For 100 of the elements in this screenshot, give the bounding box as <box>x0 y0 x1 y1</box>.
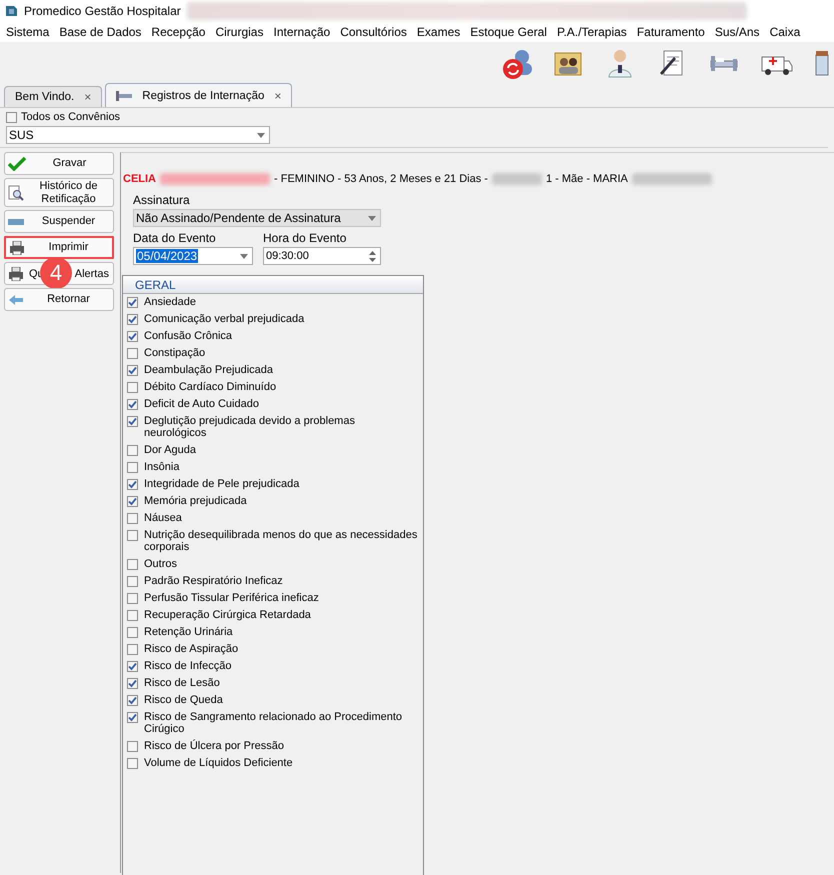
menu-item[interactable]: Internação <box>273 25 330 39</box>
checkbox[interactable] <box>127 644 138 655</box>
field-label: Data do Evento <box>133 231 217 245</box>
folder-people-icon[interactable] <box>554 52 582 76</box>
checkbox[interactable] <box>127 610 138 621</box>
tab[interactable]: Bem Vindo. × <box>4 86 102 107</box>
checkbox[interactable] <box>127 758 138 769</box>
checkbox[interactable] <box>6 112 17 122</box>
menu-item[interactable]: Consultórios <box>340 25 407 39</box>
minus-icon <box>8 218 24 224</box>
printer-icon <box>9 240 25 254</box>
patient-details: - FEMININO - 53 Anos, 2 Meses e 21 Dias - <box>274 173 488 185</box>
menu-item[interactable]: Recepção <box>151 25 206 39</box>
checkbox[interactable] <box>127 513 138 524</box>
checkbox-label: Deficit de Auto Cuidado <box>144 398 259 410</box>
menu-item[interactable]: P.A./Terapias <box>556 25 627 39</box>
document-pen-icon[interactable] <box>660 50 682 76</box>
checkbox[interactable] <box>127 496 138 507</box>
checkbox-label: Náusea <box>144 512 182 524</box>
checkbox[interactable] <box>127 331 138 342</box>
suspend-button[interactable]: Suspender <box>4 210 114 233</box>
doctor-icon[interactable] <box>608 50 632 78</box>
checkbox-label: Recuperação Cirúrgica Retardada <box>144 609 311 621</box>
checkbox[interactable] <box>127 445 138 456</box>
menu-item[interactable]: Sistema <box>6 25 50 39</box>
checkbox[interactable] <box>127 627 138 638</box>
checkbox-label: Risco de Lesão <box>144 677 220 689</box>
blurred-text <box>492 173 542 185</box>
back-button[interactable]: Retornar <box>4 288 114 311</box>
checkbox-label: Perfusão Tissular Periférica ineficaz <box>144 592 319 604</box>
close-icon[interactable]: × <box>274 88 282 102</box>
checkbox[interactable] <box>127 416 138 427</box>
date-field[interactable]: 05/04/2023 <box>133 247 253 265</box>
menu-item[interactable]: Sus/Ans <box>714 25 760 39</box>
checkbox[interactable] <box>127 530 138 541</box>
checkbox[interactable] <box>127 712 138 723</box>
tab-label: Registros de Internação <box>142 90 264 102</box>
menu-item[interactable]: Cirurgias <box>215 25 264 39</box>
checkbox-label: Risco de Queda <box>144 694 223 706</box>
checkbox[interactable] <box>127 399 138 410</box>
patient-name: CELIA <box>123 173 156 185</box>
menu-item[interactable]: Exames <box>416 25 460 39</box>
menu-item[interactable]: Estoque Geral <box>470 25 547 39</box>
time-field[interactable]: 09:30:00 <box>263 247 381 265</box>
checkbox-label: Retenção Urinária <box>144 626 233 638</box>
menu-item[interactable]: Caixa <box>770 25 800 39</box>
checkbox[interactable] <box>127 661 138 672</box>
checkbox-label: Dor Aguda <box>144 444 196 456</box>
field-label: Assinatura <box>133 193 191 207</box>
dropdown-arrow-icon[interactable] <box>257 132 265 138</box>
list-header: GERAL <box>123 276 423 294</box>
history-button[interactable]: Histórico de Retificação <box>4 178 114 207</box>
checkbox-label: Risco de Úlcera por Pressão <box>144 740 284 752</box>
save-button[interactable]: Gravar <box>4 152 114 175</box>
print-button[interactable]: Imprimir <box>4 236 114 259</box>
dropdown-arrow-icon[interactable] <box>240 254 248 258</box>
checkbox[interactable] <box>127 382 138 393</box>
checkmark-icon <box>8 156 26 170</box>
tab-label: Bem Vindo. <box>15 91 74 103</box>
checkbox-label: Ansiedade <box>144 296 196 308</box>
checkbox[interactable] <box>127 314 138 325</box>
spinner-icon[interactable] <box>369 250 376 262</box>
checkbox-label: Deglutição prejudicada devido a problemas neurológicos <box>144 415 356 439</box>
checkbox-label: Memória prejudicada <box>144 495 247 507</box>
menu-item[interactable]: Faturamento <box>636 25 705 39</box>
checkbox[interactable] <box>127 741 138 752</box>
checkbox[interactable] <box>127 297 138 308</box>
checkbox-label: Volume de Líquidos Deficiente <box>144 757 293 769</box>
ambulance-icon[interactable] <box>762 56 792 75</box>
checkbox-label: Risco de Sangramento relacionado ao Procedimento Cirúgico <box>144 711 404 735</box>
checkbox[interactable] <box>127 348 138 359</box>
checkbox-label: Todos os Convênios <box>21 111 120 123</box>
checkbox[interactable] <box>127 462 138 473</box>
checkbox[interactable] <box>127 479 138 490</box>
tab[interactable]: Registros de Internação × <box>105 83 292 107</box>
window-title: Promedico Gestão Hospitalar <box>24 4 181 18</box>
menu-item[interactable]: Base de Dados <box>59 25 142 39</box>
checkbox[interactable] <box>127 576 138 587</box>
sync-users-icon[interactable] <box>503 50 532 79</box>
left-arrow-icon <box>8 294 24 306</box>
checkbox-label: Risco de Aspiração <box>144 643 238 655</box>
medicine-icon[interactable] <box>816 51 828 76</box>
checkbox[interactable] <box>127 559 138 570</box>
checkbox-label: Confusão Crônica <box>144 330 232 342</box>
checkbox-label: Padrão Respiratório Ineficaz <box>144 575 283 587</box>
checkbox-label: Comunicação verbal prejudicada <box>144 313 304 325</box>
checkbox[interactable] <box>127 365 138 376</box>
checkbox-label: Insônia <box>144 461 180 473</box>
insurer-dropdown[interactable]: SUS <box>6 126 270 144</box>
checkbox-label: Outros <box>144 558 178 570</box>
checkbox-label: Deambulação Prejudicada <box>144 364 274 376</box>
checkbox[interactable] <box>127 593 138 604</box>
hospital-bed-icon[interactable] <box>710 56 738 71</box>
checkbox[interactable] <box>127 678 138 689</box>
checkbox-label: Débito Cardíaco Diminuído <box>144 381 276 393</box>
bed-icon <box>116 90 132 100</box>
patient-details: 1 - Mãe - MARIA <box>546 173 628 185</box>
checkbox-label: Integridade de Pele prejudicada <box>144 478 300 490</box>
checkbox[interactable] <box>127 695 138 706</box>
close-icon[interactable]: × <box>84 90 92 104</box>
